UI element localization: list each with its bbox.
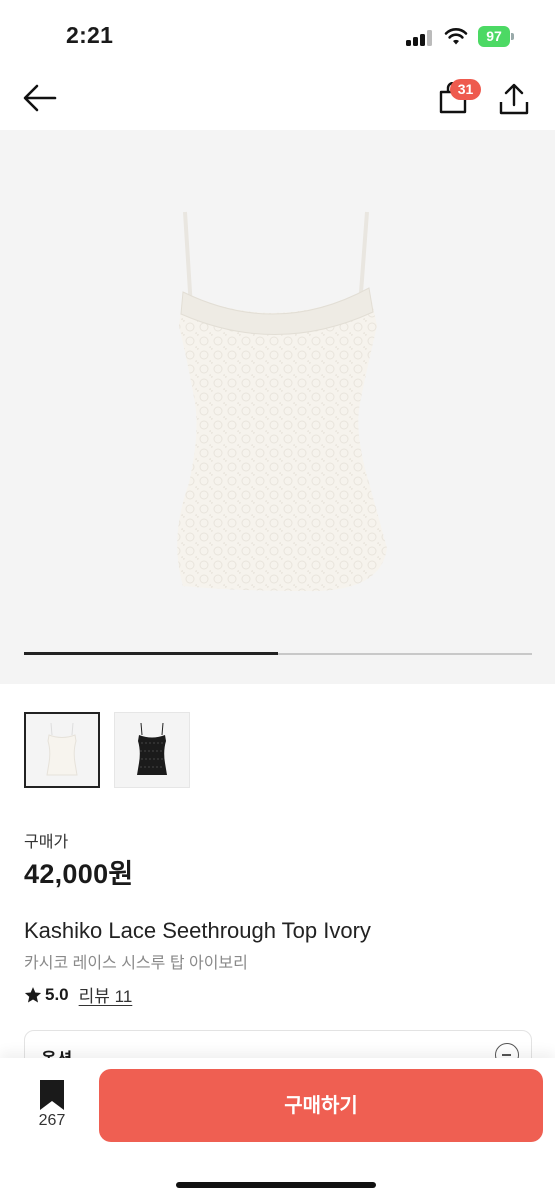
wifi-icon [444, 28, 468, 45]
back-arrow-icon[interactable] [22, 82, 58, 114]
bookmark-count: 267 [38, 1112, 66, 1129]
bookmark-button[interactable]: 267 [24, 1080, 80, 1136]
gallery-progress-track [24, 652, 532, 655]
product-title-ko: 카시코 레이스 시스루 탑 아이보리 [24, 955, 248, 972]
battery-level: 97 [478, 26, 510, 47]
top-nav-bar: 31 [0, 70, 555, 130]
thumbnail-black[interactable] [114, 712, 190, 788]
share-icon[interactable] [498, 82, 530, 116]
rating-score: 5.0 [45, 984, 69, 1004]
cart-count-badge: 31 [450, 79, 481, 100]
thumbnail-ivory[interactable] [24, 712, 100, 788]
status-time: 2:21 [66, 22, 114, 48]
star-icon [24, 986, 42, 1002]
product-title-en: Kashiko Lace Seethrough Top Ivory [24, 918, 371, 943]
product-photo-ivory-top [177, 211, 387, 592]
rating-row: 5.0 리뷰 11 [24, 982, 132, 1007]
bookmark-icon [40, 1080, 64, 1110]
battery-icon: 97 [478, 26, 514, 47]
status-bar: 2:21 97 [0, 0, 555, 70]
price-label: 구매가 [24, 834, 69, 851]
product-image-gallery[interactable] [0, 130, 555, 684]
gallery-progress-fill [24, 652, 278, 655]
buy-button[interactable]: 구매하기 [99, 1069, 543, 1142]
home-indicator [176, 1182, 376, 1188]
reviews-link[interactable]: 리뷰 11 [79, 982, 133, 1007]
bottom-action-bar: 267 구매하기 [0, 1058, 555, 1200]
price-value: 42,000원 [24, 859, 134, 889]
cellular-signal-icon [406, 30, 434, 46]
